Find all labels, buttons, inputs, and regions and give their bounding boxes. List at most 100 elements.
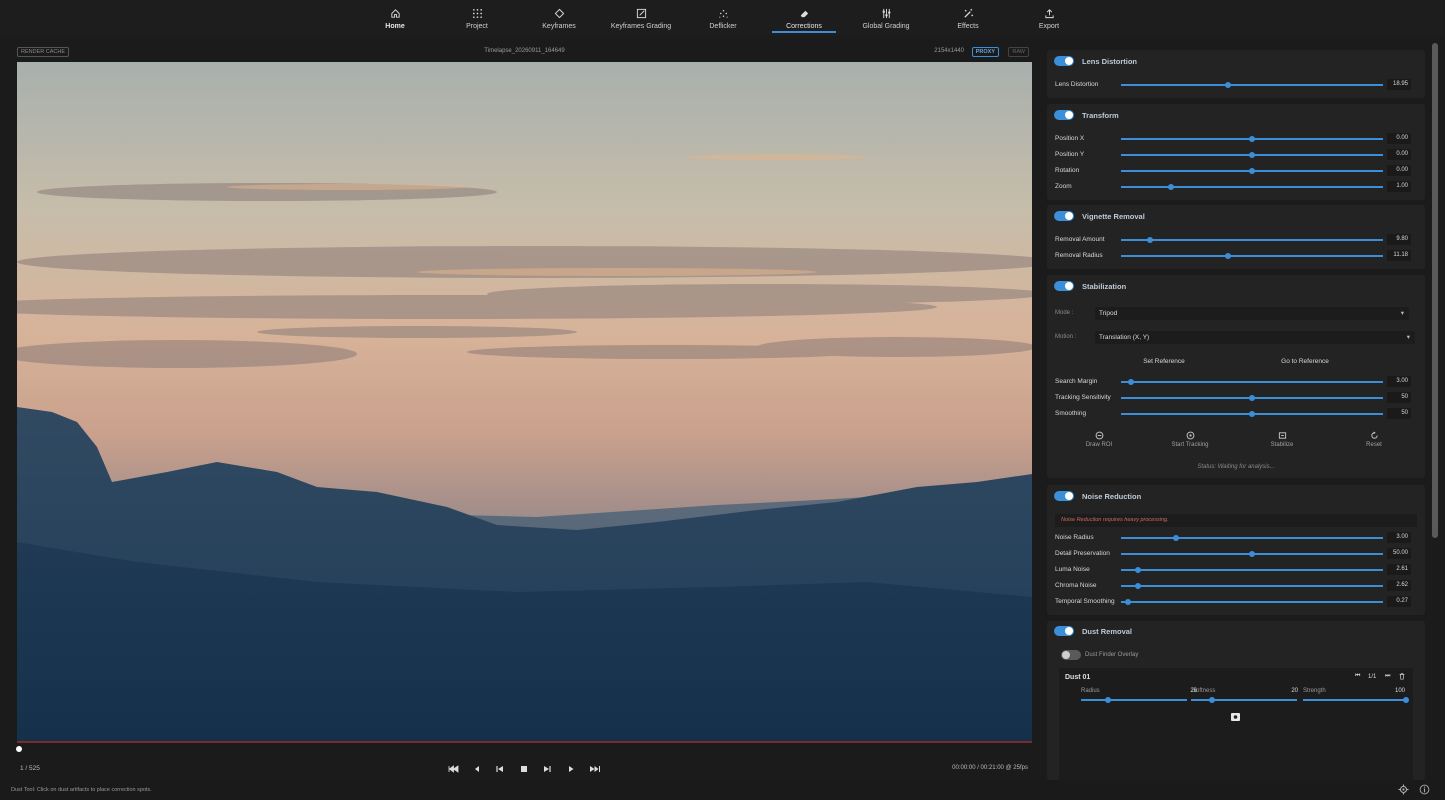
panel-scrollbar[interactable] [1432, 43, 1438, 779]
slider-track[interactable] [1121, 550, 1383, 557]
proxy-toggle[interactable]: PROXY [971, 47, 999, 57]
slider-track[interactable] [1121, 81, 1383, 88]
value-field[interactable]: 50 [1387, 392, 1411, 403]
value-field[interactable]: 11.18 [1387, 250, 1411, 261]
value-field[interactable]: 0.00 [1387, 133, 1411, 144]
settings-button[interactable] [1398, 784, 1409, 797]
value-field[interactable]: 3.00 [1387, 532, 1411, 543]
slider-track[interactable] [1121, 566, 1383, 573]
softness-slider[interactable] [1191, 696, 1297, 703]
slider-track[interactable] [1121, 252, 1383, 259]
tab-home[interactable]: Home [360, 8, 430, 30]
scrollbar-thumb[interactable] [1432, 43, 1438, 538]
slider-thumb[interactable] [1167, 183, 1174, 190]
slider-thumb[interactable] [1173, 534, 1180, 541]
value-field[interactable]: 1.00 [1387, 181, 1411, 192]
start-tracking-button[interactable]: Start Tracking [1170, 431, 1210, 448]
slider-row: Position Y 0.00 [1055, 149, 1417, 161]
slider-track[interactable] [1121, 135, 1383, 142]
playhead-bar[interactable] [16, 746, 1032, 752]
slider-track[interactable] [1121, 410, 1383, 417]
slider-track[interactable] [1121, 236, 1383, 243]
value-field[interactable]: 2.61 [1387, 564, 1411, 575]
slider-track[interactable] [1121, 378, 1383, 385]
value-field[interactable]: 0.27 [1387, 596, 1411, 607]
tab-corrections[interactable]: Corrections [769, 8, 839, 33]
slider-track[interactable] [1121, 394, 1383, 401]
info-button[interactable] [1419, 784, 1430, 797]
value-field[interactable]: 50.00 [1387, 548, 1411, 559]
stabilization-toggle[interactable] [1054, 281, 1074, 291]
slider-thumb[interactable] [1124, 598, 1131, 605]
tab-global-grading[interactable]: Global Grading [851, 8, 921, 30]
slider-thumb[interactable] [1135, 566, 1142, 573]
set-reference-button[interactable]: Set Reference [1125, 358, 1203, 365]
stop-button[interactable] [518, 763, 530, 775]
tab-project[interactable]: Project [442, 8, 512, 30]
panel-title: Dust Removal [1082, 627, 1133, 636]
stabilize-button[interactable]: Stabilize [1262, 431, 1302, 448]
spot-preview-button[interactable] [1231, 713, 1240, 721]
go-to-reference-button[interactable]: Go to Reference [1265, 358, 1345, 365]
prev-spot-button[interactable]: ⏮ [1355, 673, 1360, 680]
slider-track[interactable] [1121, 167, 1383, 174]
step-back-button[interactable] [471, 763, 483, 775]
slider-thumb[interactable] [1209, 696, 1216, 703]
slider-thumb[interactable] [1128, 378, 1135, 385]
reset-button[interactable]: Reset [1354, 431, 1394, 448]
play-icon [569, 766, 574, 772]
mode-select[interactable]: Tripod ▾ [1095, 307, 1409, 320]
previous-frame-button[interactable] [494, 763, 506, 775]
tab-export[interactable]: Export [1014, 8, 1084, 30]
slider-thumb[interactable] [1249, 167, 1255, 174]
value-field[interactable]: 0.00 [1387, 149, 1411, 160]
raw-toggle[interactable]: RAW [1008, 47, 1029, 57]
transform-toggle[interactable] [1054, 110, 1074, 120]
slider-thumb[interactable] [1249, 550, 1255, 557]
vignette-removal-toggle[interactable] [1054, 211, 1074, 221]
slider-thumb[interactable] [1135, 582, 1142, 589]
slider-track[interactable] [1121, 582, 1383, 589]
tab-effects[interactable]: Effects [933, 8, 1003, 30]
tab-deflicker[interactable]: Deflicker [688, 8, 758, 30]
value-field[interactable]: 2.62 [1387, 580, 1411, 591]
slider-thumb[interactable] [1104, 696, 1111, 703]
strength-slider[interactable] [1303, 696, 1409, 703]
slider-track[interactable] [1121, 598, 1383, 605]
slider-thumb[interactable] [1249, 135, 1255, 142]
dust-removal-toggle[interactable] [1054, 626, 1074, 636]
slider-label: Chroma Noise [1055, 582, 1097, 589]
timeline-track[interactable] [17, 741, 1032, 743]
tab-keyframes[interactable]: Keyframes [524, 8, 594, 30]
value-field[interactable]: 18.95 [1387, 79, 1411, 90]
dust-finder-overlay-toggle[interactable] [1061, 650, 1081, 660]
value-field[interactable]: 0.00 [1387, 165, 1411, 176]
slider-thumb[interactable] [1146, 236, 1153, 243]
noise-reduction-toggle[interactable] [1054, 491, 1074, 501]
next-spot-button[interactable]: ⏭ [1385, 673, 1390, 680]
value-field[interactable]: 50 [1387, 408, 1411, 419]
slider-thumb[interactable] [1403, 696, 1409, 703]
slider-thumb[interactable] [1225, 252, 1232, 259]
slider-thumb[interactable] [1249, 151, 1255, 158]
radius-slider[interactable] [1081, 696, 1187, 703]
next-frame-button[interactable] [541, 763, 553, 775]
play-button[interactable] [565, 763, 577, 775]
slider-track[interactable] [1121, 183, 1383, 190]
slider-thumb[interactable] [1249, 394, 1255, 401]
slider-thumb[interactable] [1225, 81, 1232, 88]
delete-spot-button[interactable] [1398, 672, 1406, 682]
go-to-end-button[interactable] [589, 763, 601, 775]
slider-track[interactable] [1121, 151, 1383, 158]
image-viewer[interactable] [17, 62, 1032, 741]
playhead-handle[interactable] [16, 746, 22, 752]
lens-distortion-toggle[interactable] [1054, 56, 1074, 66]
value-field[interactable]: 3.00 [1387, 376, 1411, 387]
motion-select[interactable]: Translation (X, Y) ▾ [1095, 331, 1415, 344]
tab-keyframes-grading[interactable]: Keyframes Grading [606, 8, 676, 30]
draw-roi-button[interactable]: Draw ROI [1079, 431, 1119, 448]
slider-thumb[interactable] [1249, 410, 1255, 417]
go-to-start-button[interactable] [447, 763, 459, 775]
value-field[interactable]: 9.80 [1387, 234, 1411, 245]
slider-track[interactable] [1121, 534, 1383, 541]
